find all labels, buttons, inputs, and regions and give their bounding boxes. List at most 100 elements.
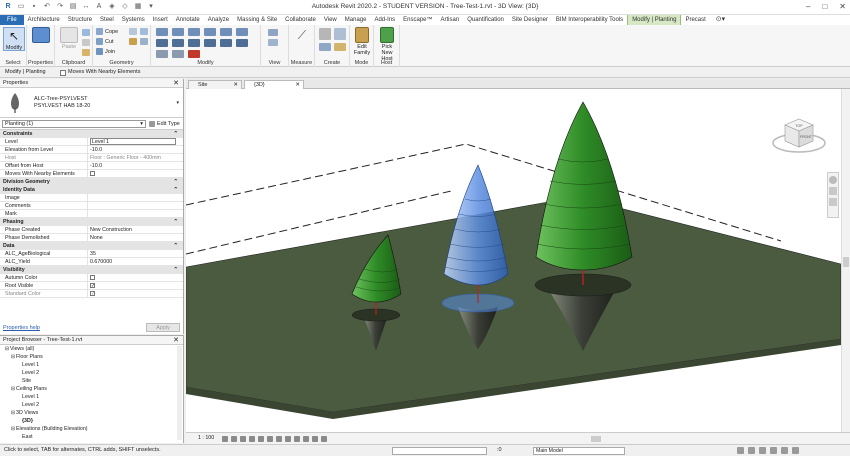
property-value-box[interactable]: Level 1 — [90, 138, 176, 145]
chevron-down-icon[interactable]: ▾ — [176, 100, 179, 106]
trim-icon[interactable] — [204, 39, 216, 47]
collapse-icon[interactable]: ⌃ — [174, 130, 178, 138]
workset-field[interactable] — [392, 447, 487, 455]
create-parts-icon[interactable] — [334, 28, 346, 40]
property-checkbox[interactable] — [90, 275, 95, 280]
offset-icon[interactable] — [172, 28, 184, 36]
tab-precast[interactable]: Precast — [681, 15, 709, 25]
property-group[interactable]: Identity Data ⌃ — [0, 186, 183, 194]
moves-with-nearby-option[interactable]: Moves With Nearby Elements — [60, 67, 140, 78]
ribbon-minimize-icon[interactable]: ⊙▾ — [710, 15, 731, 25]
property-value[interactable] — [88, 170, 183, 177]
measure-button[interactable]: ⟋ — [291, 27, 313, 44]
viewport-scrollbar[interactable] — [841, 89, 850, 432]
tree-node[interactable]: ⊟3D Views — [0, 409, 183, 417]
tab-insert[interactable]: Insert — [149, 15, 172, 25]
property-checkbox[interactable] — [90, 171, 95, 176]
visual-style-icon[interactable] — [231, 436, 237, 442]
horizontal-scroll-thumb[interactable] — [591, 436, 601, 442]
tab-site-designer[interactable]: Site Designer — [508, 15, 552, 25]
tree-node[interactable]: Level 2 — [0, 369, 183, 377]
edit-family-button[interactable]: Edit Family — [351, 27, 373, 56]
tab-manage[interactable]: Manage — [341, 15, 371, 25]
property-checkbox[interactable]: ✓ — [90, 283, 95, 289]
close-icon[interactable]: ✕ — [173, 79, 179, 88]
property-value[interactable]: -10.0 — [88, 146, 183, 153]
tab-structure[interactable]: Structure — [64, 15, 96, 25]
analytical-model-icon[interactable] — [312, 436, 318, 442]
tab-analyze[interactable]: Analyze — [204, 15, 233, 25]
array-icon[interactable] — [220, 39, 232, 47]
pin-icon[interactable] — [156, 50, 168, 58]
property-value[interactable] — [88, 274, 183, 281]
lock-3d-icon[interactable] — [285, 436, 291, 442]
highlight-displacement-icon[interactable] — [321, 436, 327, 442]
tab-architecture[interactable]: Architecture — [24, 15, 64, 25]
tree-node[interactable]: Level 1 — [0, 361, 183, 369]
tab-file[interactable]: File — [0, 15, 24, 25]
maximize-icon[interactable]: □ — [822, 2, 827, 11]
tab-site[interactable]: Site ✕ — [188, 80, 242, 89]
moves-with-nearby-checkbox[interactable] — [60, 69, 66, 76]
move-icon[interactable] — [156, 39, 168, 47]
modify-button[interactable]: ↖ Modify — [3, 27, 25, 51]
viewcube-front-label[interactable]: FRONT — [800, 135, 813, 139]
property-value[interactable]: 0.670000 — [88, 258, 183, 265]
properties-button[interactable] — [30, 27, 52, 44]
instance-selector[interactable]: Planting (1) ▾ — [2, 120, 146, 128]
tree-node[interactable]: Level 2 — [0, 401, 183, 409]
filter-icon[interactable] — [792, 447, 799, 454]
property-group[interactable]: Visibility ⌃ — [0, 266, 183, 274]
minimize-icon[interactable]: – — [806, 2, 810, 11]
split-gap-icon[interactable] — [236, 28, 248, 36]
tab-massing-site[interactable]: Massing & Site — [233, 15, 281, 25]
property-group[interactable]: Division Geometry ⌃ — [0, 178, 183, 186]
cope-button[interactable]: Cope — [96, 28, 118, 35]
tree-node[interactable]: ⊟Views (all) — [0, 345, 183, 353]
demolish-icon[interactable] — [140, 38, 148, 45]
copy-icon[interactable] — [82, 29, 90, 36]
delete-icon[interactable] — [188, 50, 200, 58]
view-scale[interactable]: 1 : 100 — [198, 433, 214, 444]
viewcube[interactable]: TOP FRONT — [771, 111, 827, 159]
pick-new-host-button[interactable]: Pick New Host — [376, 27, 398, 62]
tab-steel[interactable]: Steel — [96, 15, 118, 25]
property-value[interactable]: ✓ — [88, 282, 183, 289]
paint-icon[interactable] — [129, 38, 137, 45]
type-selector[interactable]: ALC-Tree-PSYLVEST PSYLVEST HAB 18-20 ▾ — [0, 88, 183, 118]
collapse-icon[interactable]: ⌃ — [174, 186, 178, 194]
tab-enscape[interactable]: Enscape™ — [399, 15, 436, 25]
tree-node[interactable]: Level 1 — [0, 393, 183, 401]
temporary-hide-icon[interactable] — [294, 436, 300, 442]
match-icon[interactable] — [82, 49, 90, 56]
viewcube-top-label[interactable]: TOP — [795, 124, 803, 128]
tab-artisan[interactable]: Artisan — [437, 15, 464, 25]
tab-annotate[interactable]: Annotate — [172, 15, 204, 25]
browser-scrollbar[interactable] — [177, 346, 182, 440]
tab-bim-interoperability-tools[interactable]: BIM Interoperability Tools — [552, 15, 627, 25]
property-value[interactable] — [88, 210, 183, 217]
sun-path-icon[interactable] — [240, 436, 246, 442]
panel-label-select[interactable]: Select — [0, 60, 26, 66]
collapse-icon[interactable]: ⌃ — [174, 266, 178, 274]
close-icon[interactable]: ✕ — [173, 336, 179, 345]
detail-level-icon[interactable] — [222, 436, 228, 442]
tree-node[interactable]: ⊟Floor Plans — [0, 353, 183, 361]
tab-modify-planting[interactable]: Modify | Planting — [627, 15, 682, 25]
select-pinned-icon[interactable] — [759, 447, 766, 454]
drag-on-selection-icon[interactable] — [781, 447, 788, 454]
zoom-icon[interactable] — [829, 187, 837, 195]
tab-add-ins[interactable]: Add-Ins — [370, 15, 399, 25]
property-value[interactable]: Level 1 — [88, 138, 183, 145]
tree-node[interactable]: {3D} — [0, 417, 183, 425]
select-by-face-icon[interactable] — [770, 447, 777, 454]
steering-wheel-icon[interactable] — [829, 176, 837, 184]
property-value[interactable] — [88, 194, 183, 201]
property-value[interactable] — [88, 202, 183, 209]
properties-help-link[interactable]: Properties help — [3, 325, 40, 331]
create-assembly-icon[interactable] — [319, 28, 331, 40]
crop-view-icon[interactable] — [267, 436, 273, 442]
collapse-icon[interactable]: ⌃ — [174, 242, 178, 250]
hide-icon[interactable] — [268, 39, 278, 46]
show-crop-icon[interactable] — [276, 436, 282, 442]
